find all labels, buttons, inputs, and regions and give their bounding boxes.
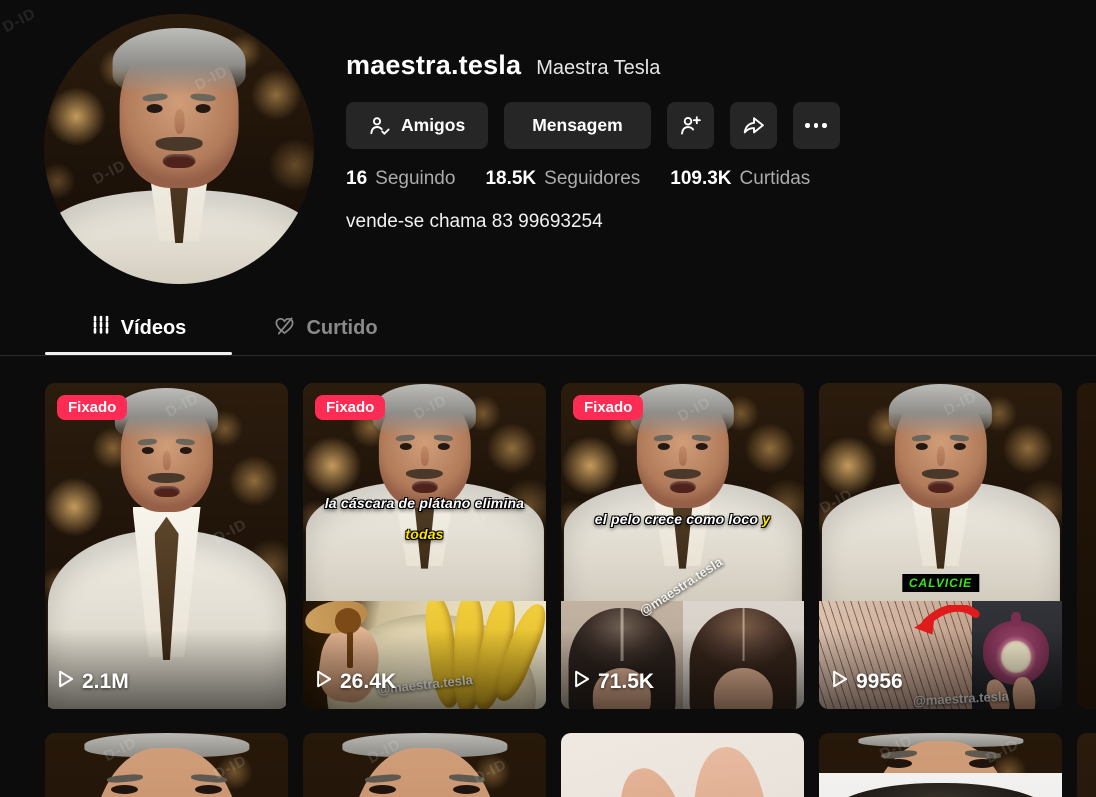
play-outline-icon [832, 670, 848, 694]
video-card-6-partial[interactable]: D-ID D-ID [45, 733, 288, 797]
tab-videos[interactable]: Vídeos [45, 305, 232, 351]
likes-stat[interactable]: 109.3K Curtidas [670, 168, 810, 190]
view-count: 9956 [832, 670, 903, 694]
finger [609, 761, 701, 797]
followers-stat[interactable]: 18.5K Seguidores [485, 168, 640, 190]
onion-half [982, 611, 1050, 686]
person-plus-icon [679, 115, 702, 136]
play-outline-icon [574, 670, 590, 694]
dark-hair-mass [826, 783, 1055, 797]
profile-title: maestra.tesla Maestra Tesla [346, 50, 660, 81]
followers-label: Seguidores [544, 168, 641, 189]
video-card-4[interactable]: D-ID D-ID CALVICIE @maestra.tesla 9956 [819, 383, 1062, 709]
video-thumbnail [303, 733, 546, 797]
doctor-face [372, 383, 477, 509]
video-card-7-partial[interactable]: D-ID D-ID [303, 733, 546, 797]
ellipsis-icon [805, 123, 827, 128]
doctor-mustache [148, 472, 185, 484]
view-count-value: 26.4K [340, 670, 397, 693]
following-count: 16 [346, 168, 368, 189]
video-thumbnail [45, 733, 288, 797]
doctor-mustache [406, 468, 443, 479]
video-caption-line1: la cáscara de plátano elimina [324, 495, 525, 511]
play-outline-icon [316, 670, 332, 694]
pinned-badge: Fixado [315, 395, 386, 420]
doctor-face [630, 383, 735, 509]
view-count: 2.1M [58, 670, 129, 694]
followers-count: 18.5K [485, 168, 537, 189]
play-outline-icon [58, 670, 74, 694]
video-card-2[interactable]: D-ID D-ID la cáscara de plátano elimina … [303, 383, 546, 709]
likes-count: 109.3K [670, 168, 732, 189]
doctor-hair [114, 387, 219, 441]
video-thumbnail [819, 383, 1062, 602]
share-arrow-icon [742, 116, 765, 135]
video-card-3[interactable]: D-ID el pelo crece como loco y @maestra.… [561, 383, 804, 709]
video-caption-line1: el pelo crece como loco y [594, 511, 771, 527]
following-stat[interactable]: 16 Seguindo [346, 168, 455, 190]
d-id-watermark: D-ID [0, 4, 39, 37]
video-caption-accent: y [762, 511, 771, 527]
doctor-mustache [155, 137, 203, 151]
profile-username: maestra.tesla [346, 50, 522, 80]
video-thumbnail [561, 733, 804, 797]
doctor-hair [888, 383, 993, 436]
friends-button-label: Amigos [401, 115, 466, 135]
tab-liked[interactable]: Curtido [232, 305, 419, 351]
view-count-value: 2.1M [82, 670, 129, 693]
message-button-label: Mensagem [532, 115, 623, 135]
video-thumbnail [45, 383, 288, 709]
doctor-face [888, 383, 993, 509]
pinned-badge: Fixado [573, 395, 644, 420]
video-card-9-partial[interactable]: D-ID D-ID [819, 733, 1062, 797]
video-card-10-partial[interactable] [1077, 733, 1096, 797]
video-card-1[interactable]: D-ID D-ID Fixado 2.1M [45, 383, 288, 709]
video-caption-line2: todas [405, 526, 444, 542]
tab-liked-label: Curtido [306, 316, 378, 339]
video-card-8-partial[interactable] [561, 733, 804, 797]
message-button[interactable]: Mensagem [504, 102, 651, 149]
doctor-hair [112, 27, 246, 96]
view-count-value: 71.5K [598, 670, 655, 693]
doctor-hair [372, 383, 477, 436]
profile-bio: vende-se chama 83 99693254 [346, 211, 603, 232]
view-count-value: 9956 [856, 670, 903, 693]
more-options-button[interactable] [792, 102, 840, 149]
doctor-mustache [922, 468, 959, 479]
friends-button[interactable]: Amigos [346, 102, 489, 149]
view-count: 71.5K [574, 670, 654, 694]
tab-videos-label: Vídeos [120, 316, 187, 339]
video-thumbnail [1077, 733, 1096, 797]
doctor-face [112, 27, 246, 188]
paste [334, 607, 362, 634]
view-count: 26.4K [316, 670, 396, 694]
person-check-icon [369, 116, 391, 136]
pinned-badge: Fixado [57, 395, 128, 420]
doctor-face [114, 387, 219, 513]
video-caption-tag: CALVICIE [901, 574, 980, 592]
likes-label: Curtidas [739, 168, 811, 189]
doctor-hair [630, 383, 735, 436]
grid-dashes-icon [91, 315, 111, 341]
profile-nickname: Maestra Tesla [536, 57, 661, 79]
red-arrow [906, 603, 986, 644]
video-card-5-partial[interactable] [1077, 383, 1096, 709]
finger [688, 744, 774, 797]
following-label: Seguindo [375, 168, 456, 189]
profile-tabs: Vídeos Curtido [0, 305, 1096, 356]
profile-avatar[interactable]: D-ID D-ID [44, 14, 314, 284]
tiktok-profile-page: D-ID D-ID D-ID maestra.tesla Maestra Tes… [0, 0, 1096, 797]
profile-stats: 16 Seguindo 18.5K Seguidores 109.3K Curt… [346, 168, 810, 190]
hairline-photo [819, 773, 1062, 797]
video-thumbnail [1077, 383, 1096, 709]
heart-slash-icon [273, 315, 296, 342]
share-button[interactable] [729, 102, 777, 149]
profile-actions: Amigos Mensagem [346, 102, 840, 149]
avatar-portrait [44, 14, 314, 284]
doctor-mustache [664, 468, 701, 479]
add-friend-button[interactable] [666, 102, 714, 149]
active-tab-underline [45, 352, 232, 355]
